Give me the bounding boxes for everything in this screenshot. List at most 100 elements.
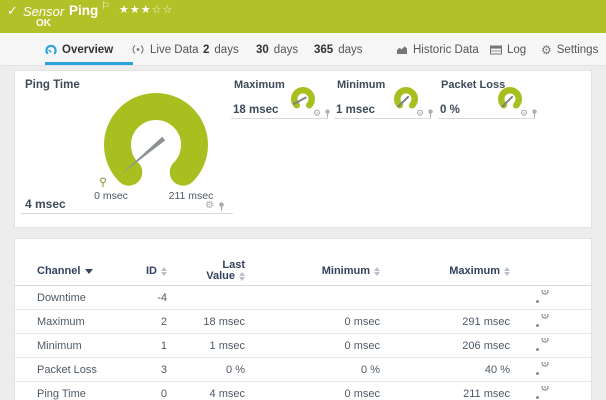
table-row-ping-time[interactable]: Ping Time 0 4 msec 0 msec 211 msec ⚙ bbox=[15, 382, 591, 400]
minimum-value: 0 msec bbox=[245, 316, 380, 328]
channel-id: 2 bbox=[147, 316, 167, 328]
tab-30-days[interactable]: 30 days bbox=[256, 33, 298, 66]
tab-bar: Overview Live Data 2 days 30 days 365 da… bbox=[0, 33, 606, 66]
gauge-current-value: 1 msec bbox=[336, 104, 375, 116]
tab-unit: days bbox=[338, 44, 362, 56]
tab-log[interactable]: Log bbox=[490, 33, 526, 66]
tile-divider bbox=[438, 118, 535, 119]
table-row-minimum[interactable]: Minimum 1 1 msec 0 msec 206 msec ⚙ bbox=[15, 334, 591, 358]
channel-name: Maximum bbox=[37, 316, 147, 328]
stars-empty[interactable]: ☆☆ bbox=[152, 4, 174, 16]
channel-id: 3 bbox=[147, 364, 167, 376]
tab-number: 30 bbox=[256, 44, 269, 56]
gauge-current-value: 18 msec bbox=[233, 104, 278, 116]
tab-label: Live Data bbox=[150, 44, 199, 56]
tab-number: 365 bbox=[314, 44, 333, 56]
gauge-pin-icon[interactable] bbox=[218, 202, 225, 211]
table-row-downtime[interactable]: Downtime -4 ⚙ bbox=[15, 286, 591, 310]
tab-historic-data[interactable]: Historic Data bbox=[396, 33, 479, 66]
stars-filled[interactable]: ★★★ bbox=[119, 4, 152, 16]
table-row-packet-loss[interactable]: Packet Loss 3 0 % 0 % 40 % ⚙ bbox=[15, 358, 591, 382]
gauge-settings-gear-icon[interactable]: ⚙ bbox=[205, 201, 214, 211]
channel-settings-icon[interactable]: ⚙ bbox=[535, 386, 550, 399]
column-label: Value bbox=[206, 271, 235, 282]
last-value: 0 % bbox=[167, 364, 245, 376]
sensor-header: ✓ Sensor Ping ⚐ ★★★☆☆ OK bbox=[0, 0, 606, 33]
priority-flag-icon[interactable]: ⚐ bbox=[101, 1, 110, 12]
channel-name: Packet Loss bbox=[37, 364, 147, 376]
ok-check-icon: ✓ bbox=[7, 3, 18, 19]
gear-icon: ⚙ bbox=[541, 44, 552, 56]
status-badge: OK bbox=[36, 18, 51, 29]
column-header-minimum[interactable]: Minimum bbox=[245, 265, 380, 277]
minimum-value: 0 % bbox=[245, 364, 380, 376]
table-header-row: Channel ID Last Value Minimum Maximum bbox=[15, 257, 591, 286]
tab-unit: days bbox=[214, 44, 238, 56]
column-header-id[interactable]: ID bbox=[147, 265, 167, 277]
tab-live-data[interactable]: Live Data bbox=[131, 33, 199, 66]
column-header-maximum[interactable]: Maximum bbox=[380, 265, 510, 277]
column-label: Minimum bbox=[322, 265, 370, 277]
column-label: Channel bbox=[37, 265, 80, 277]
tab-number: 2 bbox=[203, 44, 209, 56]
gauge-settings-gear-icon[interactable]: ⚙ bbox=[416, 109, 424, 118]
active-tab-indicator bbox=[45, 62, 133, 65]
object-kind-label: Sensor bbox=[23, 4, 64, 19]
maximum-value: 206 msec bbox=[380, 340, 510, 352]
channel-name: Ping Time bbox=[37, 388, 147, 400]
column-label: ID bbox=[146, 265, 157, 277]
last-value: 4 msec bbox=[167, 388, 245, 400]
gauge-scale-min: 0 msec bbox=[87, 190, 135, 202]
channel-settings-icon[interactable]: ⚙ bbox=[535, 314, 550, 327]
sensor-title: Ping bbox=[69, 3, 98, 18]
tab-label: Log bbox=[507, 44, 526, 56]
gauge-current-value: 4 msec bbox=[25, 197, 66, 211]
tab-label: Settings bbox=[557, 44, 599, 56]
tab-365-days[interactable]: 365 days bbox=[314, 33, 362, 66]
channel-id: 1 bbox=[147, 340, 167, 352]
gauge-icon bbox=[45, 44, 57, 55]
channel-settings-icon[interactable]: ⚙ bbox=[535, 338, 550, 351]
column-header-channel[interactable]: Channel bbox=[37, 265, 147, 277]
gauges-panel: Ping Time 0 msec 211 msec 4 msec ⚙ Maxim… bbox=[14, 70, 592, 228]
gauge-settings-gear-icon[interactable]: ⚙ bbox=[520, 109, 528, 118]
tile-divider bbox=[334, 118, 431, 119]
gauge-current-value: 0 % bbox=[440, 104, 460, 116]
gauge-pin-icon[interactable] bbox=[531, 109, 538, 118]
tab-settings[interactable]: ⚙ Settings bbox=[541, 33, 598, 66]
table-row-maximum[interactable]: Maximum 2 18 msec 0 msec 291 msec ⚙ bbox=[15, 310, 591, 334]
gauge-title: Ping Time bbox=[25, 79, 80, 91]
tab-label: Historic Data bbox=[413, 44, 479, 56]
last-value: 1 msec bbox=[167, 340, 245, 352]
prtg-sensor-page: ✓ Sensor Ping ⚐ ★★★☆☆ OK Overview Live D… bbox=[0, 0, 606, 400]
channel-settings-icon[interactable]: ⚙ bbox=[535, 362, 550, 375]
channel-settings-icon[interactable]: ⚙ bbox=[535, 290, 550, 303]
minimum-value: 0 msec bbox=[245, 340, 380, 352]
maximum-value: 291 msec bbox=[380, 316, 510, 328]
tab-2-days[interactable]: 2 days bbox=[203, 33, 239, 66]
limit-marker-icon bbox=[99, 177, 107, 188]
sort-icon bbox=[504, 267, 510, 276]
gauge-pin-icon[interactable] bbox=[427, 109, 434, 118]
gauge-title: Minimum bbox=[337, 79, 385, 91]
area-chart-icon bbox=[396, 45, 408, 55]
live-signal-icon bbox=[131, 44, 145, 55]
tab-unit: days bbox=[274, 44, 298, 56]
sort-desc-icon bbox=[85, 269, 93, 274]
column-header-last-value[interactable]: Last Value bbox=[167, 260, 245, 282]
column-label: Maximum bbox=[449, 265, 500, 277]
priority-stars[interactable]: ★★★☆☆ bbox=[119, 3, 173, 16]
gauge-settings-gear-icon[interactable]: ⚙ bbox=[313, 109, 321, 118]
channel-id: 0 bbox=[147, 388, 167, 400]
channel-id: -4 bbox=[147, 292, 167, 304]
tab-label: Overview bbox=[62, 44, 113, 56]
ping-time-gauge bbox=[98, 87, 218, 191]
gauge-pin-icon[interactable] bbox=[324, 109, 331, 118]
channel-table-panel: Channel ID Last Value Minimum Maximum bbox=[14, 238, 592, 400]
last-value: 18 msec bbox=[167, 316, 245, 328]
maximum-value: 40 % bbox=[380, 364, 510, 376]
tile-divider bbox=[231, 118, 328, 119]
minimum-value: 0 msec bbox=[245, 388, 380, 400]
maximum-value: 211 msec bbox=[380, 388, 510, 400]
tile-divider bbox=[21, 213, 233, 214]
